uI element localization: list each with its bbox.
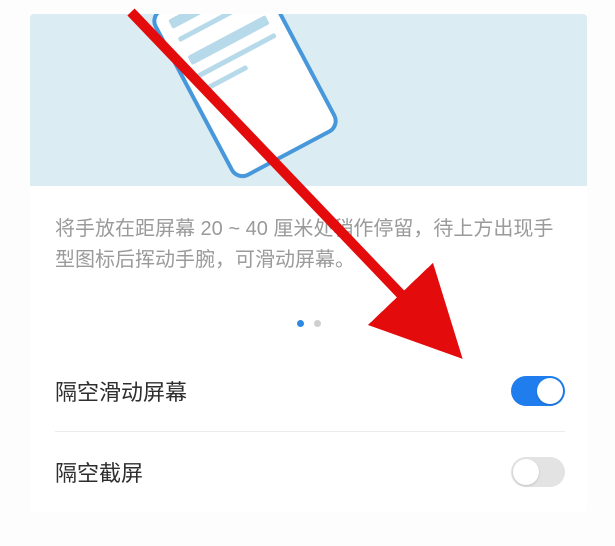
- setting-label: 隔空滑动屏幕: [55, 375, 187, 407]
- setting-label: 隔空截屏: [55, 456, 143, 488]
- feature-description: 将手放在距屏幕 20 ~ 40 厘米处稍作停留，待上方出现手型图标后挥动手腕，可…: [30, 186, 587, 286]
- pager-dot[interactable]: [314, 320, 321, 327]
- phone-icon: [147, 14, 342, 183]
- pager-dot[interactable]: [297, 320, 304, 327]
- setting-row-air-screenshot[interactable]: 隔空截屏: [55, 432, 565, 512]
- toggle-air-swipe[interactable]: [511, 376, 565, 406]
- page-indicator: [30, 286, 587, 351]
- toggle-air-screenshot[interactable]: [511, 457, 565, 487]
- setting-row-air-swipe[interactable]: 隔空滑动屏幕: [55, 351, 565, 431]
- feature-illustration: [30, 14, 587, 186]
